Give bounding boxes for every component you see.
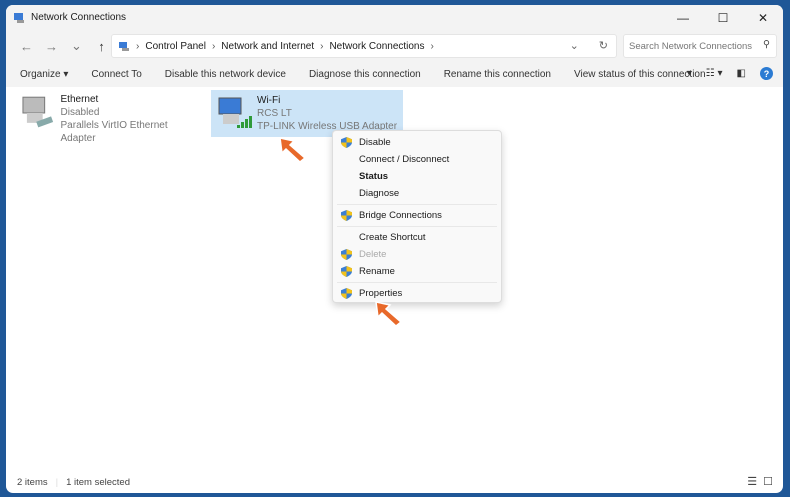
- window-title: Network Connections: [31, 12, 127, 23]
- uac-shield-icon: [341, 210, 352, 221]
- menu-item-status[interactable]: Status: [333, 168, 501, 185]
- status-bar: 2 items | 1 item selected ☰ ☐: [17, 475, 773, 488]
- diagnose-button[interactable]: Diagnose this connection: [309, 69, 421, 80]
- menu-item-diagnose[interactable]: Diagnose: [333, 185, 501, 202]
- item-count: 2 items: [17, 476, 48, 488]
- uac-shield-icon: [341, 266, 352, 277]
- help-icon[interactable]: ?: [760, 67, 773, 80]
- context-menu: Disable Connect / Disconnect Status Diag…: [332, 130, 502, 303]
- uac-shield-icon: [341, 288, 352, 299]
- pointer-arrow-icon: [375, 301, 403, 327]
- large-icons-view-icon[interactable]: ☐: [763, 475, 773, 488]
- connection-name: Wi-Fi: [257, 95, 281, 106]
- menu-item-connect-disconnect[interactable]: Connect / Disconnect: [333, 151, 501, 168]
- title-bar: Network Connections — ☐ ✕: [6, 5, 783, 30]
- menu-item-bridge-connections[interactable]: Bridge Connections: [333, 207, 501, 224]
- maximize-button[interactable]: ☐: [703, 5, 743, 30]
- recent-locations-button[interactable]: ⌄: [64, 38, 89, 54]
- menu-separator: [337, 226, 497, 227]
- menu-label: Disable: [359, 137, 391, 148]
- change-view-icon[interactable]: ☷ ▾: [706, 68, 723, 79]
- uac-shield-icon: [341, 137, 352, 148]
- menu-label: Create Shortcut: [359, 232, 426, 243]
- breadcrumb-network-internet[interactable]: Network and Internet: [221, 41, 314, 52]
- details-view-icon[interactable]: ☰: [747, 475, 757, 488]
- organize-button[interactable]: Organize ▾: [20, 69, 68, 80]
- ethernet-adapter-icon: [22, 96, 54, 128]
- uac-shield-icon: [341, 249, 352, 260]
- menu-label: Status: [359, 171, 389, 182]
- menu-separator: [337, 282, 497, 283]
- breadcrumb-network-connections[interactable]: Network Connections: [329, 41, 424, 52]
- command-bar: Organize ▾ Connect To Disable this netwo…: [6, 62, 783, 87]
- menu-item-delete: Delete: [333, 246, 501, 263]
- connection-adapter: Parallels VirtIO Ethernet Adapter: [60, 120, 168, 144]
- forward-button[interactable]: →: [39, 39, 64, 54]
- menu-label: Delete: [359, 249, 387, 260]
- search-icon: ⚲: [763, 39, 770, 50]
- address-dropdown-icon[interactable]: ⌄: [570, 39, 579, 52]
- menu-label: Bridge Connections: [359, 210, 442, 221]
- disable-device-button[interactable]: Disable this network device: [165, 69, 286, 80]
- minimize-button[interactable]: —: [663, 5, 703, 30]
- network-location-icon: [119, 41, 129, 51]
- search-input[interactable]: Search Network Connections ⚲: [623, 34, 777, 58]
- network-connections-window: Network Connections — ☐ ✕ ← → ⌄ ↑ › Cont…: [6, 5, 783, 493]
- menu-label: Connect / Disconnect: [359, 154, 450, 165]
- menu-item-disable[interactable]: Disable: [333, 134, 501, 151]
- menu-label: Rename: [359, 266, 395, 277]
- connection-ethernet[interactable]: Ethernet Disabled Parallels VirtIO Ether…: [16, 90, 206, 148]
- refresh-icon[interactable]: ↻: [599, 39, 608, 52]
- wifi-adapter-icon: [218, 97, 252, 128]
- menu-item-create-shortcut[interactable]: Create Shortcut: [333, 229, 501, 246]
- connection-name: Ethernet: [60, 94, 99, 105]
- preview-pane-icon[interactable]: ◧: [737, 68, 746, 79]
- network-folder-icon: [14, 12, 24, 23]
- address-bar[interactable]: › Control Panel › Network and Internet › N…: [111, 34, 617, 58]
- menu-label: Diagnose: [359, 188, 400, 199]
- back-button[interactable]: ←: [14, 39, 39, 54]
- menu-item-rename[interactable]: Rename: [333, 263, 501, 280]
- rename-button[interactable]: Rename this connection: [444, 69, 551, 80]
- connect-to-button[interactable]: Connect To: [91, 69, 141, 80]
- search-placeholder: Search Network Connections: [629, 40, 753, 52]
- more-options-icon[interactable]: ▾: [687, 68, 692, 79]
- menu-separator: [337, 204, 497, 205]
- close-button[interactable]: ✕: [743, 5, 783, 30]
- connection-status: RCS LT: [257, 108, 292, 119]
- breadcrumb-control-panel[interactable]: Control Panel: [145, 41, 206, 52]
- menu-label: Properties: [359, 288, 403, 299]
- connection-status: Disabled: [60, 107, 100, 118]
- pointer-arrow-icon: [279, 137, 307, 163]
- menu-item-properties[interactable]: Properties: [333, 285, 501, 302]
- selected-count: 1 item selected: [66, 476, 130, 488]
